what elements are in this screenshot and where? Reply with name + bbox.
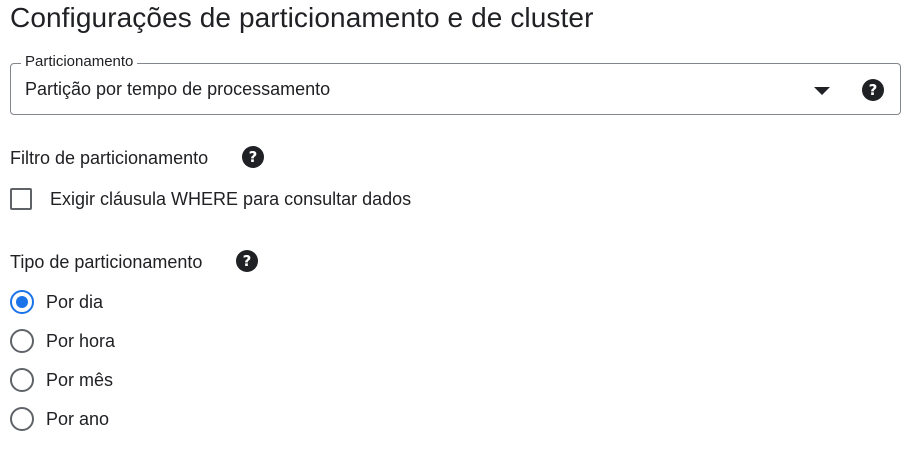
partition-type-heading-text: Tipo de particionamento [10, 252, 203, 272]
require-where-checkbox[interactable] [10, 188, 32, 210]
radio-option-por-dia[interactable]: Por dia [10, 289, 103, 315]
radio-button[interactable] [10, 407, 34, 431]
partitioning-select[interactable]: Particionamento Partição por tempo de pr… [10, 53, 901, 115]
radio-button-checked[interactable] [10, 290, 34, 314]
radio-option-por-ano[interactable]: Por ano [10, 406, 109, 432]
radio-label: Por hora [46, 330, 116, 351]
radio-option-por-mes[interactable]: Por mês [10, 367, 113, 393]
help-icon[interactable]: ? [862, 79, 884, 101]
page-title: Configurações de particionamento e de cl… [10, 2, 594, 33]
arrow-drop-down-icon[interactable] [814, 87, 830, 95]
require-where-checkbox-label: Exigir cláusula WHERE para consultar dad… [50, 188, 412, 209]
radio-option-por-hora[interactable]: Por hora [10, 328, 115, 354]
radio-label: Por mês [46, 369, 114, 390]
help-icon[interactable]: ? [242, 146, 264, 168]
require-where-checkbox-row[interactable]: Exigir cláusula WHERE para consultar dad… [10, 186, 411, 212]
partitioning-select-label: Particionamento [21, 53, 138, 70]
partition-filter-heading: Filtro de particionamento ? [10, 146, 264, 169]
partitioning-select-value[interactable]: Partição por tempo de processamento [25, 79, 330, 100]
radio-button[interactable] [10, 329, 34, 353]
radio-button[interactable] [10, 368, 34, 392]
partition-type-heading: Tipo de particionamento ? [10, 250, 258, 273]
radio-label: Por dia [46, 291, 104, 312]
partition-filter-heading-text: Filtro de particionamento [10, 148, 209, 168]
radio-label: Por ano [46, 408, 110, 429]
help-icon[interactable]: ? [236, 250, 258, 272]
